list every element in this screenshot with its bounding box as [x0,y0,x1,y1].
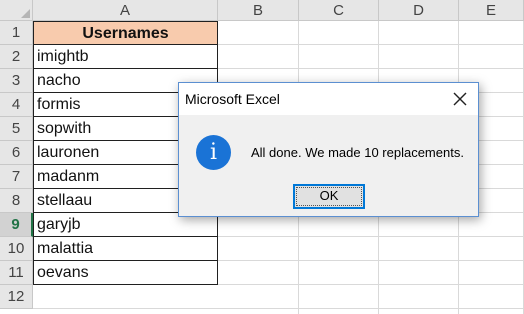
row-header-1[interactable]: 1 [0,21,33,45]
sheet-row: malattia [33,237,524,261]
corner-triangle-icon [21,9,30,18]
close-icon [453,92,467,106]
column-header-c[interactable]: C [299,0,379,21]
row-header-3[interactable]: 3 [0,69,33,93]
column-header-d[interactable]: D [379,0,459,21]
select-all-corner[interactable] [0,0,33,21]
sheet-row: oevans [33,261,524,285]
row-header-2[interactable]: 2 [0,45,33,69]
row-header-8[interactable]: 8 [0,189,33,213]
row-header-9[interactable]: 9 [0,213,33,237]
row-header-4[interactable]: 4 [0,93,33,117]
sheet-row: imightb [33,45,524,69]
row-header-10[interactable]: 10 [0,237,33,261]
dialog-titlebar[interactable]: Microsoft Excel [179,83,478,115]
ok-button[interactable]: OK [293,184,365,209]
column-header-b[interactable]: B [218,0,299,21]
focus-ring [296,187,362,206]
cell-username[interactable]: imightb [33,45,218,69]
close-button[interactable] [450,89,470,109]
dialog-message: All done. We made 10 replacements. [251,145,464,160]
row-header-7[interactable]: 7 [0,165,33,189]
sheet-row [33,285,524,309]
column-header-a[interactable]: A [33,0,218,21]
dialog-title: Microsoft Excel [185,91,280,107]
cell-username[interactable]: malattia [33,237,218,261]
cell-username[interactable]: oevans [33,261,218,285]
column-header-e[interactable]: E [459,0,524,21]
info-icon: i [196,135,231,170]
row-header-5[interactable]: 5 [0,117,33,141]
sheet-row: Usernames [33,21,524,45]
row-header-11[interactable]: 11 [0,261,33,285]
row-header-6[interactable]: 6 [0,141,33,165]
message-box-dialog: Microsoft Excel i All done. We made 10 r… [178,82,479,217]
row-header-12[interactable]: 12 [0,285,33,309]
cell-a1-header[interactable]: Usernames [33,21,218,45]
